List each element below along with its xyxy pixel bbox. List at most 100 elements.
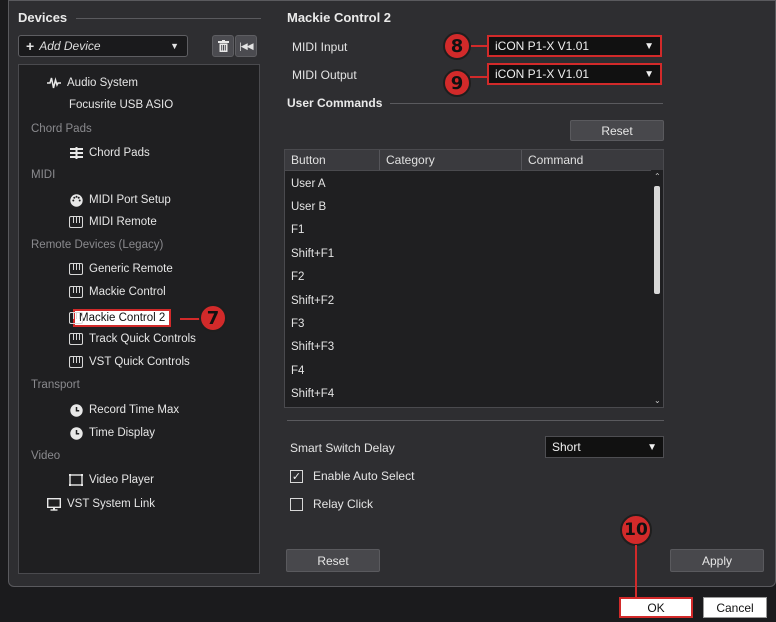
tree-item-vst-quick-controls[interactable]: VST Quick Controls xyxy=(69,356,190,368)
table-header: Button Category Command xyxy=(285,150,663,171)
scroll-down-icon[interactable]: ⌄ xyxy=(654,396,661,405)
smart-switch-delay-value: Short xyxy=(552,440,581,454)
table-row[interactable]: User B xyxy=(285,195,663,218)
clock-icon xyxy=(69,403,83,417)
relay-click-label: Relay Click xyxy=(313,497,374,511)
table-row[interactable]: F4 xyxy=(285,359,663,382)
tree-label: Mackie Control xyxy=(89,286,166,298)
midi-input-label: MIDI Input xyxy=(292,40,348,54)
user-commands-reset-button[interactable]: Reset xyxy=(570,120,664,141)
column-header-category[interactable]: Category xyxy=(380,150,522,170)
smart-switch-delay-label: Smart Switch Delay xyxy=(290,441,395,455)
midi-input-value: iCON P1-X V1.01 xyxy=(495,39,590,53)
tree-label: MIDI Remote xyxy=(89,216,157,228)
tree-category-transport: Transport xyxy=(31,379,80,391)
add-device-dropdown[interactable]: + Add Device ▼ xyxy=(18,35,188,57)
tree-item-record-time-max[interactable]: Record Time Max xyxy=(69,403,179,417)
callout-8-badge: 8 xyxy=(443,32,471,60)
table-row[interactable]: F2 xyxy=(285,266,663,289)
table-row[interactable]: Shift+F1 xyxy=(285,242,663,265)
tree-item-chord-pads[interactable]: Chord Pads xyxy=(69,146,150,160)
table-row[interactable]: F1 xyxy=(285,219,663,242)
smart-switch-delay-dropdown[interactable]: Short ▼ xyxy=(545,436,664,458)
keyboard-icon xyxy=(69,216,83,228)
tree-category-chord-pads: Chord Pads xyxy=(31,123,92,135)
reset-device-button[interactable]: |◀◀ xyxy=(235,35,257,57)
tree-item-midi-port-setup[interactable]: MIDI Port Setup xyxy=(69,193,171,207)
clock-icon xyxy=(69,426,83,440)
ok-button[interactable]: OK xyxy=(619,597,693,618)
keyboard-icon xyxy=(69,263,83,275)
devices-title: Devices xyxy=(18,10,68,25)
table-row[interactable]: Shift+F2 xyxy=(285,289,663,312)
callout-10-badge: 10 xyxy=(620,514,652,546)
skip-back-icon: |◀◀ xyxy=(239,40,253,51)
table-row[interactable]: Shift+F4 xyxy=(285,383,663,406)
tree-label: MIDI Port Setup xyxy=(89,194,171,206)
trash-icon xyxy=(217,40,229,52)
callout-9-badge: 9 xyxy=(443,69,471,97)
tree-category-video: Video xyxy=(31,450,61,462)
table-scrollbar[interactable]: ⌃ ⌄ xyxy=(651,170,663,407)
scrollbar-thumb[interactable] xyxy=(654,186,660,294)
tree-item-audio-system[interactable]: Audio System xyxy=(47,76,138,90)
remove-device-button[interactable] xyxy=(212,35,234,57)
enable-auto-select-label: Enable Auto Select xyxy=(313,469,415,483)
tree-item-focusrite[interactable]: Focusrite USB ASIO xyxy=(69,99,173,111)
tree-label: VST Quick Controls xyxy=(89,356,190,368)
chevron-down-icon: ▼ xyxy=(644,40,654,52)
chevron-down-icon: ▼ xyxy=(170,41,179,51)
tree-item-video-player[interactable]: Video Player xyxy=(69,473,154,487)
checkbox-unchecked-icon[interactable] xyxy=(290,497,303,511)
reset-button[interactable]: Reset xyxy=(286,549,380,572)
midi-output-label: MIDI Output xyxy=(292,68,357,82)
callout-10-line xyxy=(635,545,637,597)
video-player-icon xyxy=(69,473,83,487)
column-header-button[interactable]: Button xyxy=(285,150,380,170)
waveform-icon xyxy=(47,76,61,90)
devices-divider xyxy=(76,18,261,19)
monitor-icon xyxy=(47,497,61,511)
tree-item-generic-remote[interactable]: Generic Remote xyxy=(69,263,173,275)
user-commands-table: Button Category Command User A User B F1… xyxy=(284,149,664,408)
midi-output-dropdown[interactable]: iCON P1-X V1.01 ▼ xyxy=(487,63,662,85)
panel-title: Mackie Control 2 xyxy=(287,10,392,25)
tree-item-mackie-control[interactable]: Mackie Control xyxy=(69,286,166,298)
midi-input-dropdown[interactable]: iCON P1-X V1.01 ▼ xyxy=(487,35,662,57)
keyboard-icon xyxy=(69,356,83,368)
tree-item-track-quick-controls[interactable]: Track Quick Controls xyxy=(69,333,196,345)
cancel-button[interactable]: Cancel xyxy=(703,597,767,618)
tree-label: Time Display xyxy=(89,427,156,439)
relay-click-option[interactable]: Relay Click xyxy=(290,497,373,511)
table-row[interactable]: F3 xyxy=(285,312,663,335)
midi-port-icon xyxy=(69,193,83,207)
tree-item-midi-remote[interactable]: MIDI Remote xyxy=(69,216,157,228)
plus-icon: + xyxy=(26,38,35,54)
tree-label: VST System Link xyxy=(67,498,155,510)
table-row[interactable]: User A xyxy=(285,172,663,195)
add-device-label: Add Device xyxy=(39,39,101,53)
chevron-down-icon: ▼ xyxy=(647,441,657,453)
callout-7-line xyxy=(180,318,200,320)
midi-output-value: iCON P1-X V1.01 xyxy=(495,67,590,81)
tree-label: Chord Pads xyxy=(89,147,150,159)
tree-item-time-display[interactable]: Time Display xyxy=(69,426,155,440)
tree-label: Record Time Max xyxy=(89,404,180,416)
tree-category-midi: MIDI xyxy=(31,169,56,181)
apply-button[interactable]: Apply xyxy=(670,549,764,572)
callout-8-line xyxy=(470,45,487,47)
options-divider xyxy=(287,420,664,421)
table-row[interactable]: Shift+F3 xyxy=(285,336,663,359)
keyboard-icon xyxy=(69,312,83,324)
scroll-up-icon[interactable]: ⌃ xyxy=(654,172,661,181)
tree-label: Track Quick Controls xyxy=(89,333,196,345)
keyboard-icon xyxy=(69,333,83,345)
callout-9-line xyxy=(470,76,487,78)
tree-label-selected: Mackie Control 2 xyxy=(73,309,172,327)
column-header-command[interactable]: Command xyxy=(522,150,663,170)
checkbox-checked-icon[interactable]: ✓ xyxy=(290,469,303,483)
tree-item-mackie-control-2[interactable]: Mackie Control 2 xyxy=(69,309,172,327)
tree-label: Audio System xyxy=(67,77,138,89)
enable-auto-select-option[interactable]: ✓ Enable Auto Select xyxy=(290,469,414,483)
tree-item-vst-system-link[interactable]: VST System Link xyxy=(47,497,155,511)
